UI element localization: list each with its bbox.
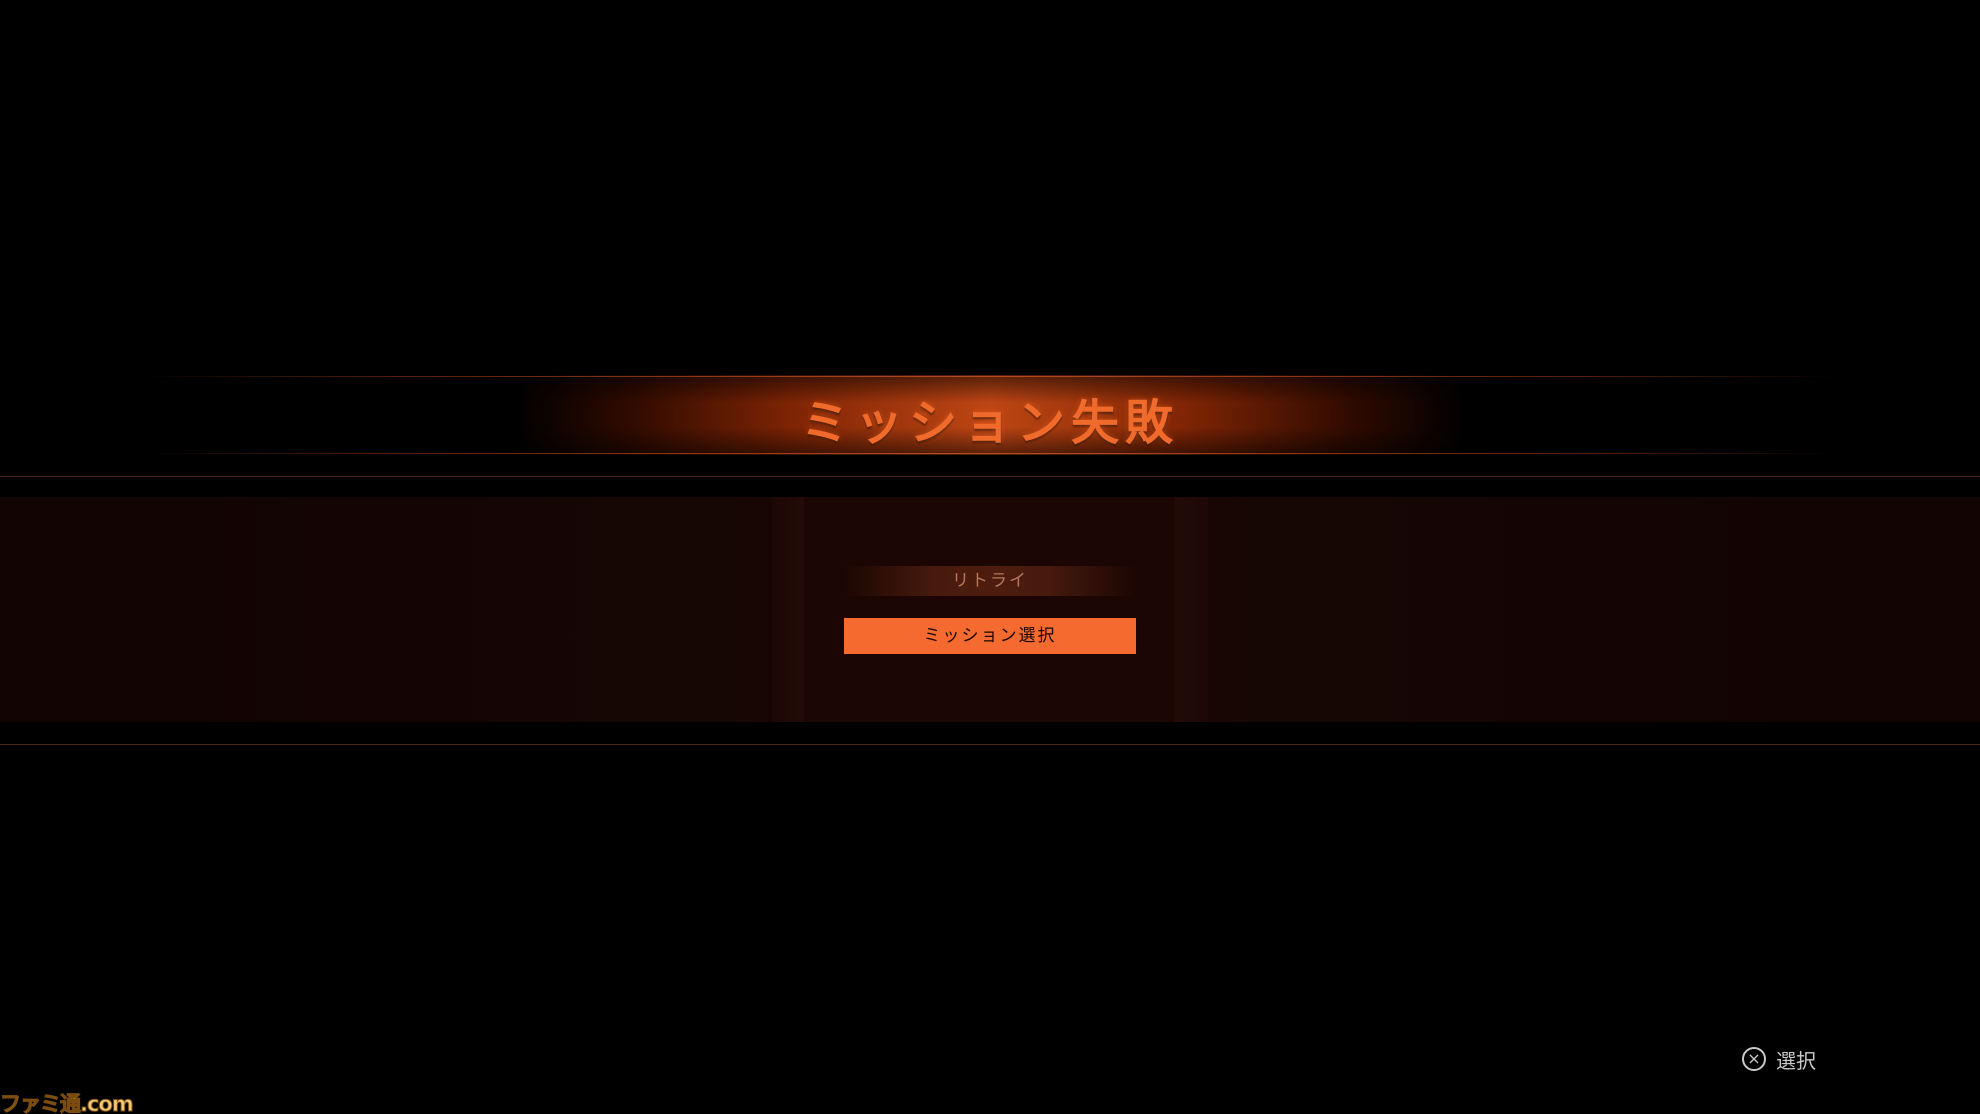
select-button-hint: × 選択 bbox=[1742, 1045, 1816, 1073]
select-hint-label: 選択 bbox=[1776, 1048, 1816, 1073]
menu-bottom-divider bbox=[0, 744, 1980, 745]
banner-top-line bbox=[140, 376, 1840, 377]
menu-panel-inner bbox=[804, 497, 1174, 722]
mission-failed-title: ミッション失敗 bbox=[800, 395, 1179, 451]
banner-bottom-line bbox=[140, 453, 1840, 454]
mission-select-menu-item[interactable]: ミッション選択 bbox=[844, 618, 1136, 654]
mission-failed-screen: ミッション失敗 リトライ ミッション選択 × 選択 ファミ通.com bbox=[0, 0, 1980, 1114]
famitsu-watermark: ファミ通.com bbox=[0, 1092, 134, 1114]
retry-menu-item[interactable]: リトライ bbox=[844, 566, 1136, 596]
menu-top-divider bbox=[0, 476, 1980, 477]
cross-button-icon: × bbox=[1742, 1047, 1766, 1071]
